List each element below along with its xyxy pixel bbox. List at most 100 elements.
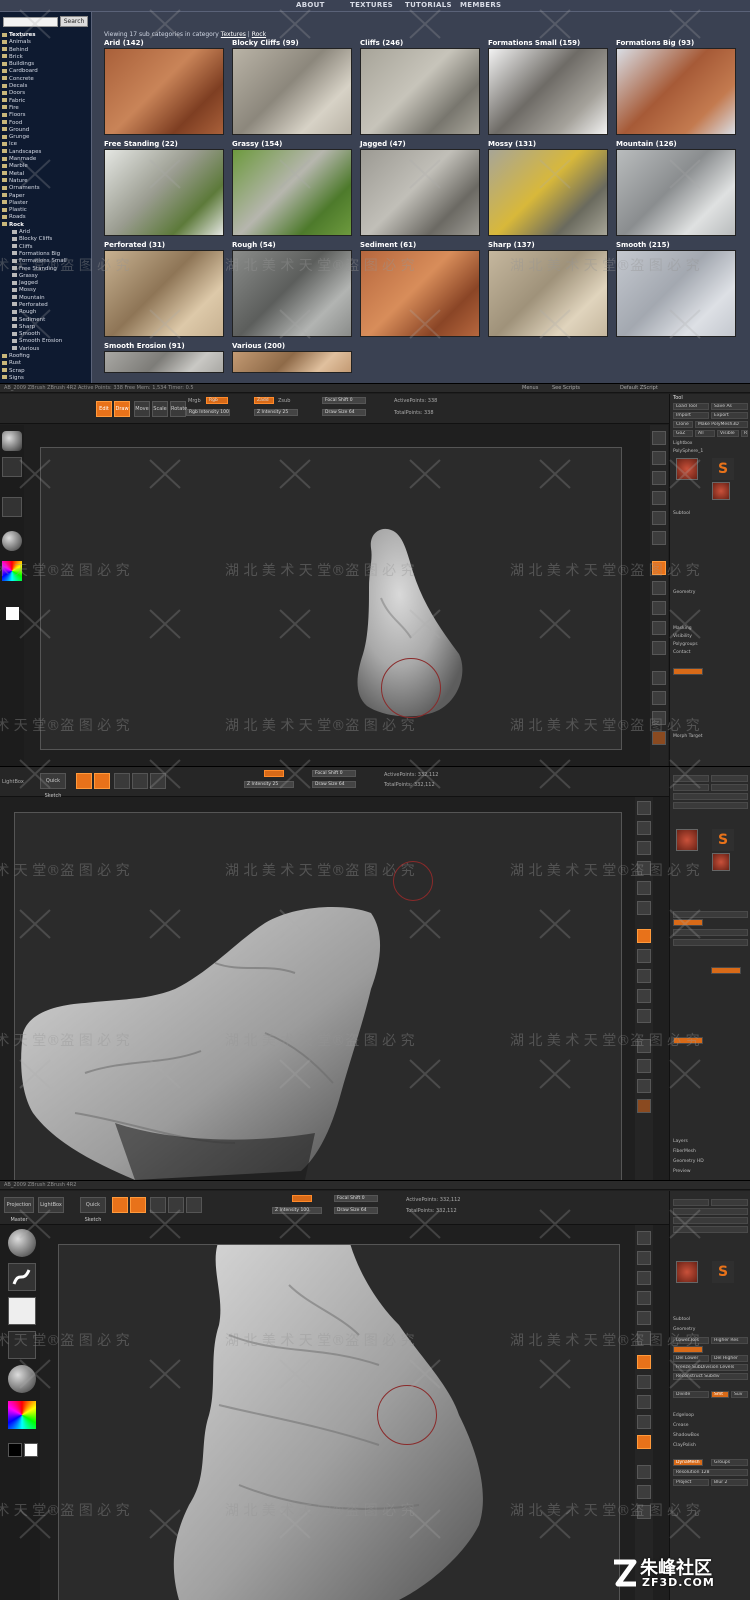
tree-item[interactable]: Ornaments (2, 185, 90, 192)
texture-tile[interactable]: Jagged (47) (360, 139, 480, 236)
zb1-move-view-button[interactable] (652, 691, 666, 705)
zb2-scale-view-button[interactable] (637, 1079, 651, 1093)
zb3-brush-icon[interactable] (8, 1229, 36, 1257)
zb1-contact[interactable]: Contact (673, 650, 691, 655)
zb1-local-button[interactable] (652, 601, 666, 615)
zb1-alpha-icon[interactable] (2, 497, 22, 517)
breadcrumb-textures-link[interactable]: Textures (221, 31, 246, 38)
zb3-goz-row[interactable] (673, 1226, 748, 1233)
zb1-default-zscript[interactable]: Default ZScript (620, 385, 658, 391)
zb3-edit-button[interactable] (112, 1197, 128, 1213)
zb1-spix-button[interactable] (652, 451, 666, 465)
texture-tile-label[interactable]: Cliffs (246) (360, 38, 480, 48)
zb1-bpr-button[interactable] (652, 431, 666, 445)
zb2-quick-sketch-button[interactable]: Quick Sketch (40, 773, 66, 799)
tree-item[interactable]: Rust (2, 360, 90, 367)
zb2-preview-section[interactable]: Preview (673, 1169, 691, 1174)
tree-item[interactable]: Fabric (2, 98, 90, 105)
zb3-xyz-button[interactable] (637, 1435, 651, 1449)
zb3-color-picker[interactable] (8, 1401, 36, 1429)
texture-thumbnail[interactable] (488, 48, 608, 135)
tree-item[interactable]: Brick (2, 54, 90, 61)
texture-tile[interactable]: Grassy (154) (232, 139, 352, 236)
texture-tile[interactable]: Free Standing (22) (104, 139, 224, 236)
zb1-subtool-thumb[interactable] (712, 482, 730, 500)
zb2-rotate-view-button[interactable] (637, 1099, 651, 1113)
zb3-bpr-button[interactable] (637, 1231, 651, 1245)
zb3-spix-button[interactable] (637, 1251, 651, 1265)
zb2-save-as[interactable] (711, 775, 748, 782)
zb1-mrgb[interactable]: Mrgb (188, 398, 201, 404)
texture-tile-label[interactable]: Mossy (131) (488, 139, 608, 149)
zb3-stroke-icon[interactable] (8, 1263, 36, 1291)
texture-tile[interactable]: Mountain (126) (616, 139, 736, 236)
zb2-z-intensity-slider[interactable]: Z Intensity 25 (244, 781, 294, 788)
texture-tile[interactable]: Formations Small (159) (488, 38, 608, 135)
tree-item[interactable]: Animals (2, 39, 90, 46)
breadcrumb-rock-link[interactable]: Rock (252, 31, 266, 38)
zb2-load-tool[interactable] (673, 775, 709, 782)
tree-item[interactable]: Ice (2, 141, 90, 148)
nav-members[interactable]: MEMBERS (460, 1, 501, 9)
zb1-draw-button[interactable]: Draw (114, 401, 130, 417)
tree-item[interactable]: Roofing (2, 353, 90, 360)
zb3-blur-slider[interactable]: Blur 2 (711, 1479, 748, 1486)
search-button[interactable]: Search (60, 16, 88, 27)
tree-item[interactable]: Grunge (2, 134, 90, 141)
zb1-visible[interactable]: Visible (717, 430, 739, 437)
texture-tile-label[interactable]: Perforated (31) (104, 240, 224, 250)
zb3-actual-button[interactable] (637, 1311, 651, 1325)
zb2-floor-button[interactable] (637, 949, 651, 963)
tree-item[interactable]: Jagged (2, 280, 90, 287)
texture-tile-label[interactable]: Smooth (215) (616, 240, 736, 250)
zb1-focal-shift-slider[interactable]: Focal Shift 0 (322, 397, 366, 404)
tree-item[interactable]: Decals (2, 83, 90, 90)
texture-tile[interactable]: Mossy (131) (488, 139, 608, 236)
zb1-zsub-toggle[interactable]: Zsub (278, 398, 290, 404)
tree-item[interactable]: Arid (2, 229, 90, 236)
zb1-scroll-button[interactable] (652, 471, 666, 485)
zb2-actual-button[interactable] (637, 881, 651, 895)
tree-item[interactable]: Smooth (2, 331, 90, 338)
texture-tile[interactable]: Formations Big (93) (616, 38, 736, 135)
zb3-del-lower[interactable]: Del Lower (673, 1355, 709, 1362)
tree-item[interactable]: Smooth Erosion (2, 338, 90, 345)
tree-item[interactable]: Plastic (2, 207, 90, 214)
texture-thumbnail[interactable] (616, 48, 736, 135)
texture-thumbnail[interactable] (360, 48, 480, 135)
zb3-z-intensity-slider[interactable]: Z Intensity 100 (272, 1207, 322, 1214)
texture-tile-label[interactable]: Blocky Cliffs (99) (232, 38, 352, 48)
texture-tile-label[interactable]: Various (200) (232, 341, 352, 351)
zb1-load-tool[interactable]: Load Tool (673, 403, 709, 410)
zb2-aahalf-button[interactable] (637, 901, 651, 915)
texture-tile[interactable]: Blocky Cliffs (99) (232, 38, 352, 135)
tree-item[interactable]: Roads (2, 214, 90, 221)
tree-item[interactable]: Manmade (2, 156, 90, 163)
zb1-import[interactable]: Import (673, 412, 709, 419)
zb1-simplebrush-thumb[interactable]: S (712, 458, 734, 480)
zb1-scale-button[interactable]: Scale (152, 401, 168, 417)
zb2-geometry-hd-section[interactable]: Geometry HD (673, 1159, 704, 1164)
zb3-scroll-button[interactable] (637, 1271, 651, 1285)
zb3-persp-button[interactable] (637, 1355, 651, 1369)
zb1-frame-button[interactable] (652, 671, 666, 685)
zb2-bpr-button[interactable] (637, 801, 651, 815)
zb3-shadowbox[interactable]: ShadowBox (673, 1433, 699, 1438)
zb3-import-export[interactable] (673, 1208, 748, 1215)
tree-item[interactable]: Sharp (2, 324, 90, 331)
texture-thumbnail[interactable] (104, 149, 224, 236)
texture-thumbnail[interactable] (616, 149, 736, 236)
zb3-frame-button[interactable] (637, 1465, 651, 1479)
texture-tile[interactable]: Arid (142) (104, 38, 224, 135)
zb3-freeze-subdiv[interactable]: Freeze SubDivision Levels (673, 1364, 748, 1371)
tree-item[interactable]: Rough (2, 309, 90, 316)
zb3-canvas[interactable] (58, 1240, 620, 1600)
zb1-material-icon[interactable] (2, 531, 22, 551)
zb1-lightbox-tools[interactable]: Lightbox (673, 441, 692, 446)
tree-item[interactable]: Textures (2, 32, 90, 39)
zb1-main-color-swatch[interactable] (6, 607, 19, 620)
tree-item[interactable]: Doors (2, 90, 90, 97)
zb3-divide[interactable]: Divide (673, 1391, 709, 1398)
zb2-make-polymesh[interactable] (673, 793, 748, 800)
tree-item[interactable]: Buildings (2, 61, 90, 68)
